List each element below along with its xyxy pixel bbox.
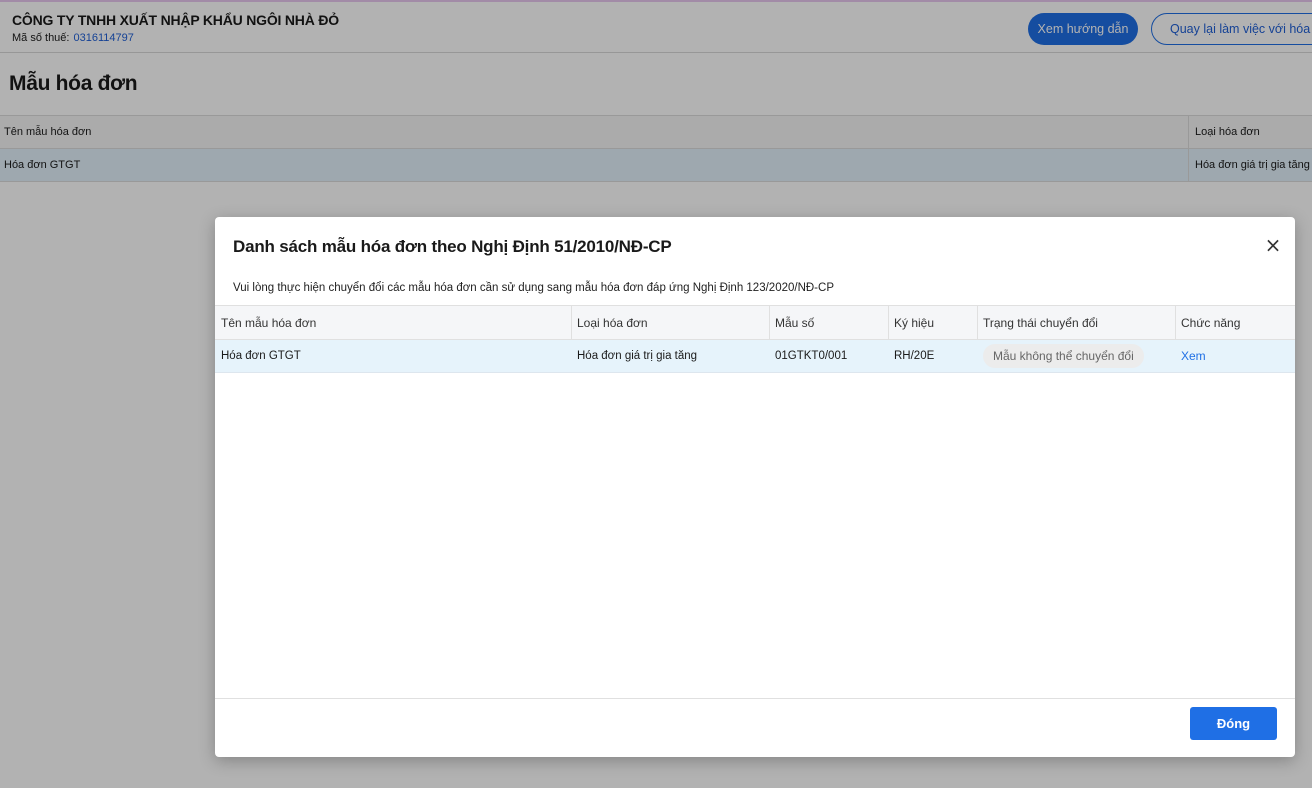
cell-template-name: Hóa đơn GTGT [221,350,301,362]
col-divider [571,306,572,339]
col-divider [1175,306,1176,339]
col-divider [977,306,978,339]
view-link[interactable]: Xem [1181,349,1206,363]
col-divider [769,306,770,339]
template-table: Tên mẫu hóa đơn Loại hóa đơn Mẫu số Ký h… [215,305,1295,373]
col-conversion-status: Trạng thái chuyển đổi [983,315,1098,330]
template-list-dialog: Danh sách mẫu hóa đơn theo Nghị Định 51/… [215,217,1295,757]
cell-actions: Xem [1181,340,1206,372]
col-divider [888,306,889,339]
status-badge: Mẫu không thể chuyển đổi [983,344,1144,368]
table-row[interactable]: Hóa đơn GTGT Hóa đơn giá trị gia tăng 01… [215,340,1295,373]
cell-conversion-status: Mẫu không thể chuyển đổi [983,340,1144,372]
col-template-name: Tên mẫu hóa đơn [221,315,317,330]
table-header: Tên mẫu hóa đơn Loại hóa đơn Mẫu số Ký h… [215,305,1295,340]
col-symbol: Ký hiệu [894,315,935,330]
cell-symbol: RH/20E [894,350,935,362]
dialog-title: Danh sách mẫu hóa đơn theo Nghị Định 51/… [233,237,672,256]
dialog-description: Vui lòng thực hiện chuyển đổi các mẫu hó… [233,282,834,294]
col-actions: Chức năng [1181,315,1241,330]
cell-invoice-type: Hóa đơn giá trị gia tăng [577,350,698,362]
dialog-footer: Đóng [215,698,1295,757]
col-form-number: Mẫu số [775,315,815,330]
cell-form-number: 01GTKT0/001 [775,350,848,362]
col-invoice-type: Loại hóa đơn [577,315,648,330]
close-dialog-button[interactable]: Đóng [1190,707,1277,740]
close-icon[interactable]: × [1263,235,1283,255]
